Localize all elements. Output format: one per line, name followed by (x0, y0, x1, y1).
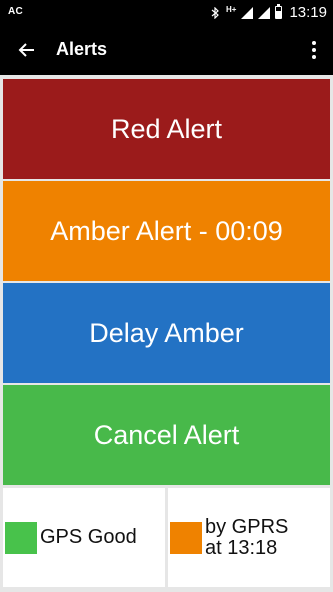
overflow-menu-icon (312, 41, 316, 45)
status-icons: H+ 13:19 (209, 0, 327, 25)
connection-status-text: by GPRS at 13:18 (205, 515, 289, 559)
app-bar: Alerts (0, 25, 333, 75)
carrier-label: AC (8, 6, 24, 17)
network-type-label: H+ (226, 4, 237, 14)
gps-status-text: GPS Good (40, 526, 137, 548)
signal-icon (258, 6, 271, 19)
signal-icon (241, 6, 254, 19)
connection-method: by GPRS (205, 515, 289, 538)
gps-status-tile: GPS Good (3, 488, 165, 587)
clock: 13:19 (289, 4, 327, 21)
amber-alert-button[interactable]: Amber Alert - 00:09 (3, 181, 330, 281)
overflow-menu-button[interactable] (309, 38, 319, 62)
status-bar: AC H+ 13:19 (0, 0, 333, 25)
connection-status-indicator (170, 521, 202, 554)
arrow-left-icon (18, 43, 34, 57)
cancel-alert-button[interactable]: Cancel Alert (3, 385, 330, 485)
delay-amber-button[interactable]: Delay Amber (3, 283, 330, 383)
battery-icon (275, 4, 283, 19)
back-button[interactable] (14, 38, 38, 62)
gps-status-indicator (5, 521, 37, 554)
red-alert-button[interactable]: Red Alert (3, 79, 330, 179)
connection-status-tile: by GPRS at 13:18 (168, 488, 330, 587)
page-title: Alerts (56, 39, 108, 59)
connection-time: at 13:18 (205, 536, 278, 559)
bluetooth-icon (211, 6, 219, 19)
